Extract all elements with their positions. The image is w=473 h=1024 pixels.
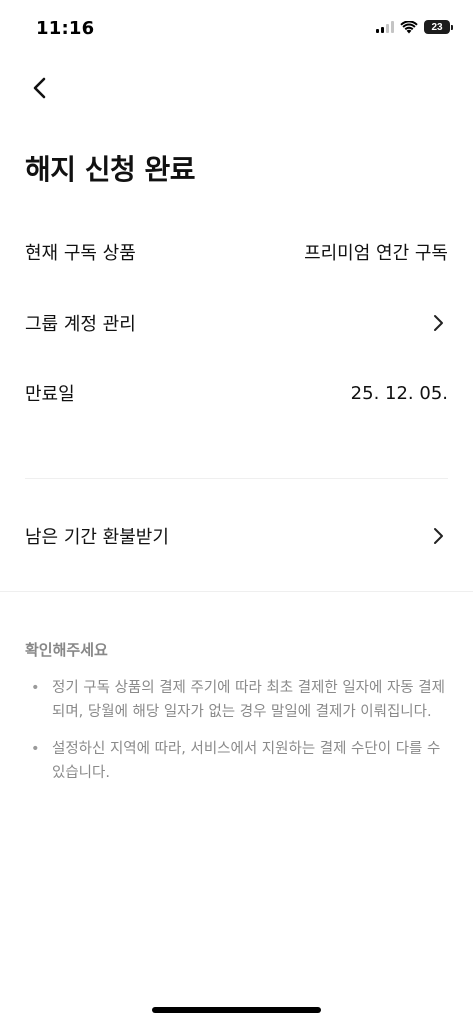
current-product-value: 프리미엄 연간 구독 bbox=[304, 243, 448, 264]
cellular-signal-icon bbox=[376, 21, 394, 33]
bullet: • bbox=[31, 741, 40, 757]
chevron-left-icon bbox=[33, 77, 46, 99]
battery-icon: 23 bbox=[424, 20, 453, 34]
refund-row[interactable]: 남은 기간 환불받기 bbox=[25, 518, 448, 554]
page-title: 해지 신청 완료 bbox=[25, 153, 196, 186]
chevron-right-icon bbox=[428, 311, 448, 335]
refund-label: 남은 기간 환불받기 bbox=[25, 527, 169, 548]
status-time: 11:16 bbox=[36, 18, 95, 39]
back-button[interactable] bbox=[22, 70, 58, 106]
battery-tip bbox=[451, 24, 453, 30]
bullet: • bbox=[31, 680, 40, 696]
expiry-row: 만료일 25. 12. 05. bbox=[25, 375, 448, 411]
battery-level: 23 bbox=[431, 21, 443, 33]
group-account-row[interactable]: 그룹 계정 관리 bbox=[25, 305, 448, 341]
expiry-value: 25. 12. 05. bbox=[350, 382, 448, 404]
current-product-row: 현재 구독 상품 프리미엄 연간 구독 bbox=[25, 234, 448, 270]
notice-item: • 정기 구독 상품의 결제 주기에 따라 최초 결제한 일자에 자동 결제되며… bbox=[25, 676, 450, 724]
notice-divider bbox=[0, 591, 473, 592]
section-divider bbox=[25, 478, 448, 479]
battery-body: 23 bbox=[424, 20, 450, 34]
notice-list: • 정기 구독 상품의 결제 주기에 따라 최초 결제한 일자에 자동 결제되며… bbox=[25, 676, 450, 798]
expiry-label: 만료일 bbox=[25, 384, 75, 405]
home-indicator[interactable] bbox=[152, 1007, 321, 1013]
notice-item: • 설정하신 지역에 따라, 서비스에서 지원하는 결제 수단이 다를 수 있습… bbox=[25, 737, 450, 785]
status-bar: 11:16 23 bbox=[0, 0, 473, 54]
chevron-right-icon bbox=[428, 524, 448, 548]
notice-item-text: 정기 구독 상품의 결제 주기에 따라 최초 결제한 일자에 자동 결제되며, … bbox=[52, 680, 445, 720]
notice-item-text: 설정하신 지역에 따라, 서비스에서 지원하는 결제 수단이 다를 수 있습니다… bbox=[52, 741, 441, 781]
current-product-label: 현재 구독 상품 bbox=[25, 243, 136, 264]
group-account-label: 그룹 계정 관리 bbox=[25, 314, 136, 335]
wifi-icon bbox=[400, 20, 418, 33]
status-icons: 23 bbox=[376, 20, 453, 34]
notice-title: 확인해주세요 bbox=[25, 641, 108, 659]
